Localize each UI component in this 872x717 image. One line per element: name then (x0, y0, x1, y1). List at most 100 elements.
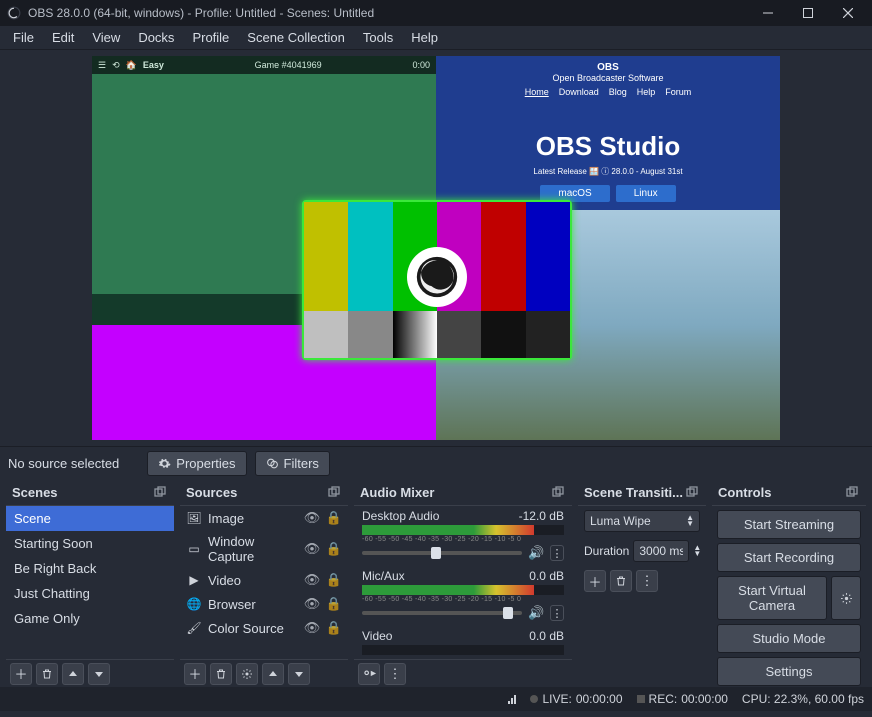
menu-scene-collection[interactable]: Scene Collection (238, 27, 354, 48)
menu-tools[interactable]: Tools (354, 27, 402, 48)
updown-icon[interactable]: ▲▼ (693, 545, 701, 557)
volume-slider[interactable] (362, 611, 522, 615)
undock-icon[interactable] (154, 486, 168, 500)
preview-area: ☰⟲🏠Easy Game #4041969 0:00 OBS Open Broa… (0, 50, 872, 446)
start-recording-button[interactable]: Start Recording (717, 543, 861, 572)
advanced-audio-button[interactable] (358, 663, 380, 685)
close-button[interactable] (830, 0, 866, 26)
controls-title: Controls (718, 485, 771, 500)
move-source-down-button[interactable] (288, 663, 310, 685)
add-source-button[interactable]: ＋ (184, 663, 206, 685)
gear-icon (158, 457, 171, 470)
add-transition-button[interactable]: ＋ (584, 570, 606, 592)
channel-menu-button[interactable]: ⋮ (550, 545, 564, 561)
controls-panel: Controls Start Streaming Start Recording… (712, 480, 866, 687)
move-source-up-button[interactable] (262, 663, 284, 685)
duration-input[interactable] (633, 540, 689, 562)
start-virtual-camera-button[interactable]: Start Virtual Camera (717, 576, 827, 620)
transitions-title: Scene Transiti... (584, 485, 683, 500)
visibility-icon[interactable]: 👁 (304, 620, 320, 636)
undock-icon[interactable] (328, 486, 342, 500)
live-status: LIVE: 00:00:00 (530, 692, 622, 706)
solitaire-header: ☰⟲🏠Easy Game #4041969 0:00 (92, 56, 436, 74)
preview-canvas[interactable]: ☰⟲🏠Easy Game #4041969 0:00 OBS Open Broa… (92, 56, 780, 440)
visibility-icon[interactable]: 👁 (304, 572, 320, 588)
mixer-channel: Desktop Audio-12.0 dB -60 -55 -50 -45 -4… (354, 506, 572, 566)
source-item[interactable]: 🖼Image👁🔒 (180, 506, 348, 530)
lock-icon[interactable]: 🔒 (326, 510, 342, 526)
speaker-icon[interactable]: 🔊 (528, 605, 544, 621)
lock-icon[interactable]: 🔒 (326, 620, 342, 636)
add-scene-button[interactable]: ＋ (10, 663, 32, 685)
mixer-menu-button[interactable]: ⋮ (384, 663, 406, 685)
menu-file[interactable]: File (4, 27, 43, 48)
status-bar: LIVE: 00:00:00 REC: 00:00:00 CPU: 22.3%,… (0, 687, 872, 711)
undock-icon[interactable] (552, 486, 566, 500)
obs-logo-icon (6, 5, 22, 21)
visibility-icon[interactable]: 👁 (304, 541, 320, 557)
source-item[interactable]: ▭Window Capture👁🔒 (180, 530, 348, 568)
menu-profile[interactable]: Profile (183, 27, 238, 48)
mixer-channel: Video0.0 dB (354, 626, 572, 659)
audio-meter (362, 645, 564, 655)
source-settings-button[interactable] (236, 663, 258, 685)
source-item[interactable]: 🖌Color Source👁🔒 (180, 616, 348, 640)
settings-button[interactable]: Settings (717, 657, 861, 686)
context-label: No source selected (8, 456, 119, 471)
volume-slider[interactable] (362, 551, 522, 555)
play-icon: ▶ (186, 572, 202, 588)
menu-edit[interactable]: Edit (43, 27, 83, 48)
brush-icon: 🖌 (186, 620, 202, 636)
mixer-title: Audio Mixer (360, 485, 434, 500)
rec-status: REC: 00:00:00 (637, 692, 728, 706)
menubar: File Edit View Docks Profile Scene Colle… (0, 26, 872, 50)
move-scene-down-button[interactable] (88, 663, 110, 685)
maximize-button[interactable] (790, 0, 826, 26)
obs-site-header: OBS Open Broadcaster Software HomeDownlo… (436, 56, 780, 202)
properties-button[interactable]: Properties (147, 451, 246, 476)
scene-item[interactable]: Game Only (6, 606, 174, 631)
lock-icon[interactable]: 🔒 (326, 596, 342, 612)
minimize-button[interactable] (750, 0, 786, 26)
undock-icon[interactable] (686, 486, 700, 500)
lock-icon[interactable]: 🔒 (326, 572, 342, 588)
panels-row: Scenes Scene Starting Soon Be Right Back… (0, 480, 872, 687)
remove-scene-button[interactable] (36, 663, 58, 685)
remove-transition-button[interactable] (610, 570, 632, 592)
scene-item[interactable]: Just Chatting (6, 581, 174, 606)
studio-mode-button[interactable]: Studio Mode (717, 624, 861, 653)
menu-docks[interactable]: Docks (129, 27, 183, 48)
context-toolbar: No source selected Properties Filters (0, 446, 872, 480)
source-item[interactable]: ▶Video👁🔒 (180, 568, 348, 592)
undock-icon[interactable] (846, 486, 860, 500)
duration-label: Duration (584, 544, 629, 558)
scene-transitions-panel: Scene Transiti... Luma Wipe▲▼ Duration ▲… (578, 480, 706, 687)
start-streaming-button[interactable]: Start Streaming (717, 510, 861, 539)
updown-icon: ▲▼ (686, 515, 694, 527)
transition-select[interactable]: Luma Wipe▲▼ (584, 510, 700, 532)
scene-item[interactable]: Be Right Back (6, 556, 174, 581)
remove-source-button[interactable] (210, 663, 232, 685)
visibility-icon[interactable]: 👁 (304, 596, 320, 612)
lock-icon[interactable]: 🔒 (326, 541, 342, 557)
virtual-camera-settings-button[interactable] (831, 576, 861, 620)
mixer-channel: Mic/Aux0.0 dB -60 -55 -50 -45 -40 -35 -3… (354, 566, 572, 626)
menu-view[interactable]: View (83, 27, 129, 48)
move-scene-up-button[interactable] (62, 663, 84, 685)
scene-item[interactable]: Starting Soon (6, 531, 174, 556)
transition-menu-button[interactable]: ⋮ (636, 570, 658, 592)
source-item[interactable]: 🌐Browser👁🔒 (180, 592, 348, 616)
window-title: OBS 28.0.0 (64-bit, windows) - Profile: … (28, 6, 750, 20)
audio-mixer-panel: Audio Mixer Desktop Audio-12.0 dB -60 -5… (354, 480, 572, 687)
visibility-icon[interactable]: 👁 (304, 510, 320, 526)
sources-title: Sources (186, 485, 237, 500)
sources-panel: Sources 🖼Image👁🔒 ▭Window Capture👁🔒 ▶Vide… (180, 480, 348, 687)
scene-item[interactable]: Scene (6, 506, 174, 531)
speaker-icon[interactable]: 🔊 (528, 545, 544, 561)
cpu-status: CPU: 22.3%, 60.00 fps (742, 692, 864, 706)
menu-help[interactable]: Help (402, 27, 447, 48)
filters-button[interactable]: Filters (255, 451, 330, 476)
channel-menu-button[interactable]: ⋮ (550, 605, 564, 621)
image-icon: 🖼 (186, 510, 202, 526)
filters-icon (266, 457, 279, 470)
